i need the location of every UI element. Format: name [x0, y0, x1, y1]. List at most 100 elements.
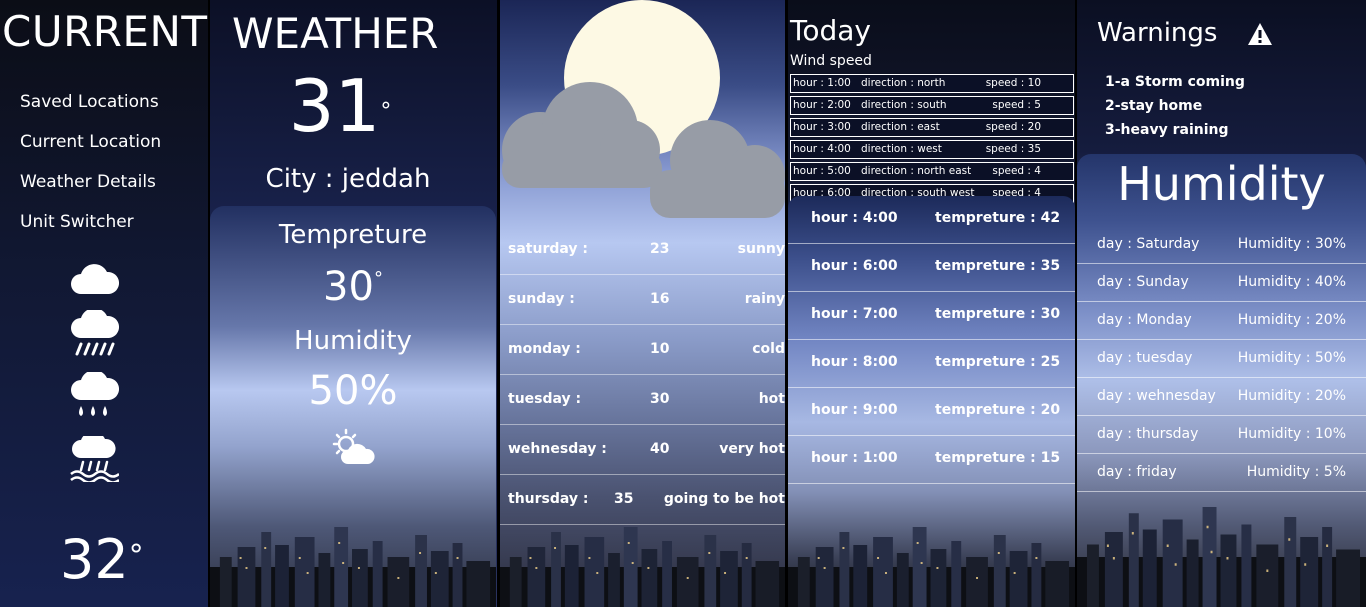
wind-speed: speed : 5	[992, 99, 1041, 111]
sidebar-nav: Saved Locations Current Location Weather…	[20, 82, 161, 242]
sidebar-temperature-value: 32	[60, 528, 129, 591]
forecast-row: thursday : 35 going to be hot	[500, 475, 785, 525]
humidity-row: day : friday Humidity : 5%	[1077, 454, 1366, 492]
wind-direction: direction : west	[861, 143, 942, 155]
temp-value-number: 30	[323, 264, 374, 310]
forecast-condition: sunny	[737, 241, 785, 257]
hourly-row: hour : 8:00 tempreture : 25	[788, 340, 1075, 388]
hourly-hour: hour : 1:00	[811, 450, 898, 466]
warnings-panel: Warnings 1-a Storm coming 2-stay home 3-…	[1077, 0, 1366, 607]
hourly-row: hour : 9:00 tempreture : 20	[788, 388, 1075, 436]
humidity-value: Humidity : 40%	[1237, 274, 1346, 290]
hourly-row: hour : 4:00 tempreture : 42	[788, 196, 1075, 244]
humidity-label: Humidity	[294, 326, 412, 356]
wind-direction: direction : north	[861, 77, 946, 89]
hourly-row: hour : 1:00 tempreture : 15	[788, 436, 1075, 484]
humidity-row: day : Saturday Humidity : 30%	[1077, 226, 1366, 264]
degree-symbol: °	[373, 268, 383, 289]
wind-row: hour : 1:00 direction : north speed : 10	[790, 74, 1074, 93]
humidity-day: day : wehnesday	[1097, 388, 1216, 404]
moon-cloud-icon	[502, 0, 785, 218]
humidity-value: Humidity : 50%	[1237, 350, 1346, 366]
today-title: Today	[790, 14, 871, 47]
forecast-row: tuesday : 30 hot	[500, 375, 785, 425]
warnings-title: Warnings	[1097, 18, 1218, 48]
rain-cloud-icon	[71, 310, 119, 356]
weather-icon-stack	[66, 260, 122, 496]
nav-current-location[interactable]: Current Location	[20, 122, 161, 162]
warning-item: 1-a Storm coming	[1105, 74, 1245, 90]
temp-value: 30°	[210, 264, 496, 310]
wind-speed: speed : 35	[985, 143, 1041, 155]
current-temperature-value: 31	[288, 64, 381, 148]
wind-direction: direction : south	[861, 99, 947, 111]
city-label: City : jeddah	[265, 164, 431, 194]
wind-direction: direction : north east	[861, 165, 972, 177]
today-panel: Today Wind speed hour : 1:00 direction :…	[788, 0, 1075, 607]
hourly-hour: hour : 8:00	[811, 354, 898, 370]
wind-hour: hour : 3:00	[793, 121, 851, 133]
hourly-hour: hour : 9:00	[811, 402, 898, 418]
forecast-temp: 23	[650, 241, 670, 257]
wind-hour: hour : 1:00	[793, 77, 851, 89]
forecast-row: wehnesday : 40 very hot	[500, 425, 785, 475]
wind-speed-title: Wind speed	[790, 53, 872, 69]
forecast-temp: 35	[614, 491, 634, 507]
forecast-day: sunday :	[508, 291, 575, 307]
wind-table: hour : 1:00 direction : north speed : 10…	[790, 74, 1074, 206]
hourly-temp: tempreture : 42	[935, 210, 1061, 226]
hourly-hour: hour : 7:00	[811, 306, 898, 322]
forecast-row: sunday : 16 rainy	[500, 275, 785, 325]
city-skyline-image	[210, 527, 496, 607]
warning-icon	[1248, 23, 1272, 45]
wind-row: hour : 2:00 direction : south speed : 5	[790, 96, 1074, 115]
humidity-day: day : friday	[1097, 464, 1177, 480]
current-details-card: Tempreture 30° Humidity 50%	[210, 206, 496, 607]
humidity-row: day : Sunday Humidity : 40%	[1077, 264, 1366, 302]
humidity-title: Humidity	[1117, 157, 1326, 211]
humidity-row: day : wehnesday Humidity : 20%	[1077, 378, 1366, 416]
wind-row: hour : 5:00 direction : north east speed…	[790, 162, 1074, 181]
wind-hour: hour : 2:00	[793, 99, 851, 111]
sidebar-panel: CURRENT Saved Locations Current Location…	[0, 0, 208, 607]
forecast-list: saturday : 23 sunny sunday : 16 rainy mo…	[500, 225, 785, 525]
forecast-condition: going to be hot	[663, 491, 785, 507]
temp-label: Tempreture	[278, 220, 428, 250]
nav-saved-locations[interactable]: Saved Locations	[20, 82, 161, 122]
humidity-day: day : Sunday	[1097, 274, 1189, 290]
forecast-row: monday : 10 cold	[500, 325, 785, 375]
flood-rain-icon	[70, 436, 119, 482]
current-temperature: 31°	[210, 56, 470, 156]
degree-symbol: °	[128, 538, 144, 573]
nav-weather-details[interactable]: Weather Details	[20, 162, 161, 202]
wind-speed: speed : 4	[992, 165, 1041, 177]
hourly-temp: tempreture : 15	[935, 450, 1061, 466]
drizzle-cloud-icon	[71, 372, 119, 416]
humidity-day: day : Saturday	[1097, 236, 1200, 252]
hourly-temp: tempreture : 25	[935, 354, 1061, 370]
humidity-value: Humidity : 5%	[1246, 464, 1346, 480]
wind-row: hour : 4:00 direction : west speed : 35	[790, 140, 1074, 159]
humidity-day: day : tuesday	[1097, 350, 1193, 366]
hourly-hour: hour : 4:00	[811, 210, 898, 226]
forecast-temp: 16	[650, 291, 670, 307]
forecast-temp: 30	[650, 391, 670, 407]
sidebar-title: CURRENT	[2, 7, 208, 56]
humidity-card: Humidity day : Saturday Humidity : 30% d…	[1077, 154, 1366, 607]
forecast-row: saturday : 23 sunny	[500, 225, 785, 275]
forecast-condition: hot	[758, 391, 785, 407]
humidity-value: Humidity : 20%	[1237, 312, 1346, 328]
weather-title: WEATHER	[232, 9, 439, 58]
warning-item: 2-stay home	[1105, 98, 1203, 114]
forecast-temp: 40	[650, 441, 670, 457]
forecast-panel: saturday : 23 sunny sunday : 16 rainy mo…	[500, 0, 785, 607]
city-skyline-image	[788, 527, 1075, 607]
city-skyline-image	[500, 527, 785, 607]
wind-hour: hour : 4:00	[793, 143, 851, 155]
forecast-day: tuesday :	[508, 391, 582, 407]
hourly-temp: tempreture : 20	[935, 402, 1061, 418]
nav-unit-switcher[interactable]: Unit Switcher	[20, 202, 161, 242]
hourly-hour: hour : 6:00	[811, 258, 898, 274]
forecast-day: saturday :	[508, 241, 588, 257]
sidebar-temperature: 32°	[60, 528, 144, 592]
